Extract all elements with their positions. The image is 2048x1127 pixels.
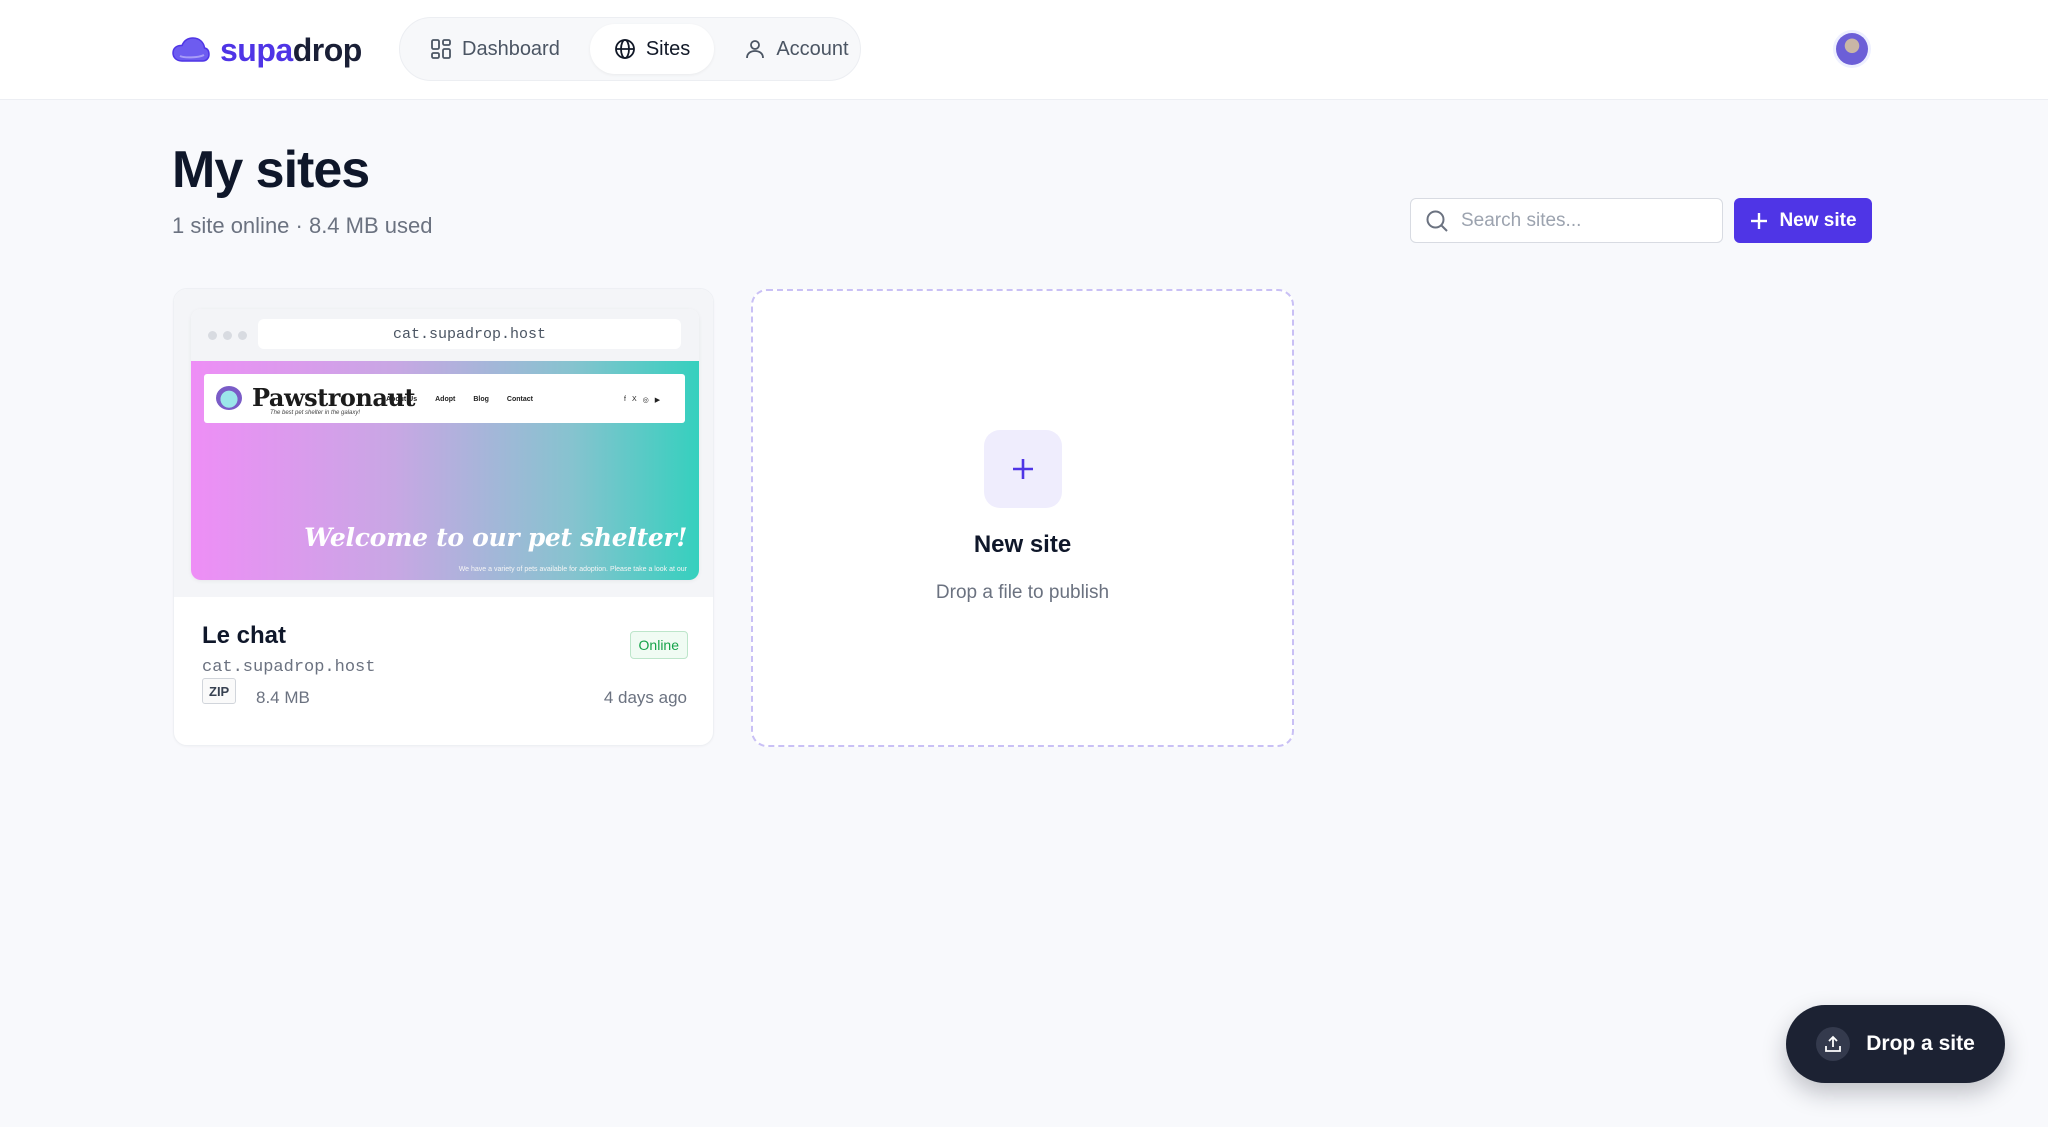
preview-hero-text: We have a variety of pets available for … xyxy=(458,566,687,573)
site-size: 8.4 MB xyxy=(256,688,310,707)
search-box[interactable] xyxy=(1410,198,1723,243)
drop-site-label: Drop a site xyxy=(1866,1032,1975,1055)
logo-text-drop: drop xyxy=(292,31,363,68)
site-updated: 4 days ago xyxy=(603,688,687,707)
user-avatar[interactable] xyxy=(1836,33,1868,65)
nav-sites[interactable]: Sites xyxy=(589,24,715,74)
plus-icon xyxy=(1751,212,1768,229)
preview-link: Blog xyxy=(473,396,489,403)
logo-text-supa: supa xyxy=(220,31,293,68)
preview-screenshot: Pawstronaut The best pet shelter in the … xyxy=(191,361,699,580)
preview-hero-title: Welcome to our pet shelter! xyxy=(304,523,687,552)
cat-logo-icon xyxy=(216,386,242,410)
user-icon xyxy=(746,40,765,59)
page-subtitle: 1 site online · 8.4 MB used xyxy=(172,213,433,238)
new-site-dropzone[interactable]: New site Drop a file to publish xyxy=(751,289,1294,747)
site-card-body: Le chat cat.supadrop.host Online ZIP 8.4… xyxy=(174,597,713,745)
status-badge: Online xyxy=(629,631,688,659)
browser-bar: cat.supadrop.host xyxy=(191,309,699,361)
facebook-icon: f xyxy=(624,396,626,403)
page-title: My sites xyxy=(172,141,370,199)
youtube-icon: ▶ xyxy=(654,397,661,404)
new-site-button-label: New site xyxy=(1779,209,1857,231)
x-icon: X xyxy=(631,396,637,403)
new-site-button[interactable]: New site xyxy=(1734,198,1872,243)
search-icon xyxy=(1426,210,1448,232)
logo[interactable]: supadrop xyxy=(172,30,362,70)
preview-url: cat.supadrop.host xyxy=(258,319,681,349)
preview-navbar: Pawstronaut The best pet shelter in the … xyxy=(204,374,685,423)
preview-link: About Us xyxy=(386,396,418,403)
dashboard-grid-icon xyxy=(431,39,451,59)
file-type-badge: ZIP xyxy=(202,678,237,704)
nav-account-label: Account xyxy=(776,37,849,60)
site-name: Le chat xyxy=(202,622,287,649)
top-bar: supadrop Dashboard Sites Account xyxy=(0,0,2048,100)
plus-icon xyxy=(1013,459,1033,479)
upload-icon xyxy=(1816,1027,1851,1061)
instagram-icon: ◎ xyxy=(642,397,649,404)
preview-social-icons: f X ◎ ▶ xyxy=(624,396,660,404)
browser-mockup: cat.supadrop.host Pawstronaut The best p… xyxy=(191,309,699,580)
new-site-title: New site xyxy=(973,531,1072,558)
nav-dashboard-label: Dashboard xyxy=(462,37,560,60)
main-nav: Dashboard Sites Account xyxy=(399,17,861,81)
add-site-icon-box xyxy=(984,430,1062,508)
globe-icon xyxy=(614,39,635,59)
nav-account[interactable]: Account xyxy=(720,24,872,74)
site-domain[interactable]: cat.supadrop.host xyxy=(202,658,375,677)
nav-sites-label: Sites xyxy=(645,37,691,60)
preview-links: About Us Adopt Blog Contact xyxy=(386,396,533,403)
drop-site-button[interactable]: Drop a site xyxy=(1786,1005,2005,1083)
preview-link: Adopt xyxy=(435,396,456,403)
site-card[interactable]: cat.supadrop.host Pawstronaut The best p… xyxy=(173,288,714,746)
logo-text: supadrop xyxy=(220,32,362,69)
preview-link: Contact xyxy=(506,396,533,403)
site-preview: cat.supadrop.host Pawstronaut The best p… xyxy=(174,289,713,597)
preview-tagline: The best pet shelter in the galaxy! xyxy=(270,410,361,416)
window-dots xyxy=(208,331,247,340)
nav-dashboard[interactable]: Dashboard xyxy=(406,24,584,74)
search-input[interactable] xyxy=(1461,209,1708,232)
cloud-icon xyxy=(172,37,210,62)
new-site-subtitle: Drop a file to publish xyxy=(935,582,1110,603)
